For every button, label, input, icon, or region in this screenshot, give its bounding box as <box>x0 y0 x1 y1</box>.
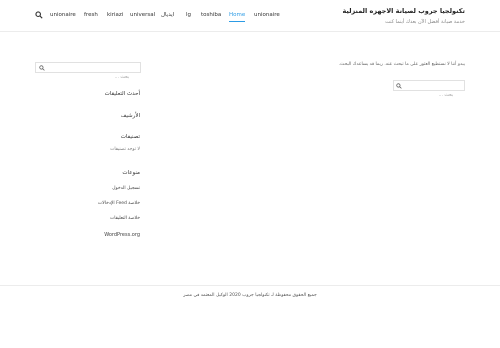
archives-title: الأرشيف <box>120 113 140 119</box>
sidebar-search-input[interactable] <box>36 73 140 82</box>
categories-title: تصنيفات <box>120 134 140 140</box>
nav-item-home[interactable]: Home <box>229 10 245 20</box>
footer-copyright: جميع الحقوق محفوظة لـ تكنولجيا جروب 2020… <box>183 293 317 298</box>
meta-title: منوعات <box>122 170 140 176</box>
site-title[interactable]: تكنولجيا جروب لصيانة الاجهزه المنزلية <box>342 7 465 15</box>
nav-item-kiriazi[interactable]: kiriazi <box>107 10 123 20</box>
nav-item-ideal[interactable]: ايديال <box>161 10 174 20</box>
login-link[interactable]: تسجيل الدخول <box>112 186 140 191</box>
content-search-input[interactable] <box>394 91 464 100</box>
sidebar-search-form <box>35 62 141 82</box>
wordpress-org-link[interactable]: WordPress.org <box>104 232 140 238</box>
search-icon[interactable] <box>35 11 43 19</box>
active-nav-indicator <box>229 21 245 22</box>
site-description: خدمة صيانة أفضل الآن بعدك أينما كنت <box>385 19 465 25</box>
not-found-message: يبدو أننا لا نستطيع العثور على ما تبحث ع… <box>338 62 465 67</box>
nav-item-toshiba[interactable]: toshiba <box>201 10 221 20</box>
entries-feed-link[interactable]: خلاصة Feed الإدخالات <box>98 201 140 206</box>
search-icon[interactable] <box>396 83 402 89</box>
recent-comments-title: أحدث التعليقات <box>104 91 140 97</box>
no-categories-text: لا توجد تصنيفات <box>110 147 140 152</box>
nav-item-unionaire-2[interactable]: unionaire <box>254 10 280 20</box>
nav-item-universal[interactable]: universal <box>130 10 155 20</box>
footer-divider <box>0 285 500 286</box>
nav-item-fresh[interactable]: fresh <box>84 10 98 20</box>
comments-feed-link[interactable]: خلاصة التعليقات <box>110 216 140 221</box>
nav-item-lg[interactable]: lg <box>186 10 191 20</box>
content-search-form <box>393 80 465 100</box>
nav-item-unionaire[interactable]: unionaire <box>50 10 76 20</box>
header-divider <box>0 31 500 32</box>
search-icon[interactable] <box>39 65 45 71</box>
